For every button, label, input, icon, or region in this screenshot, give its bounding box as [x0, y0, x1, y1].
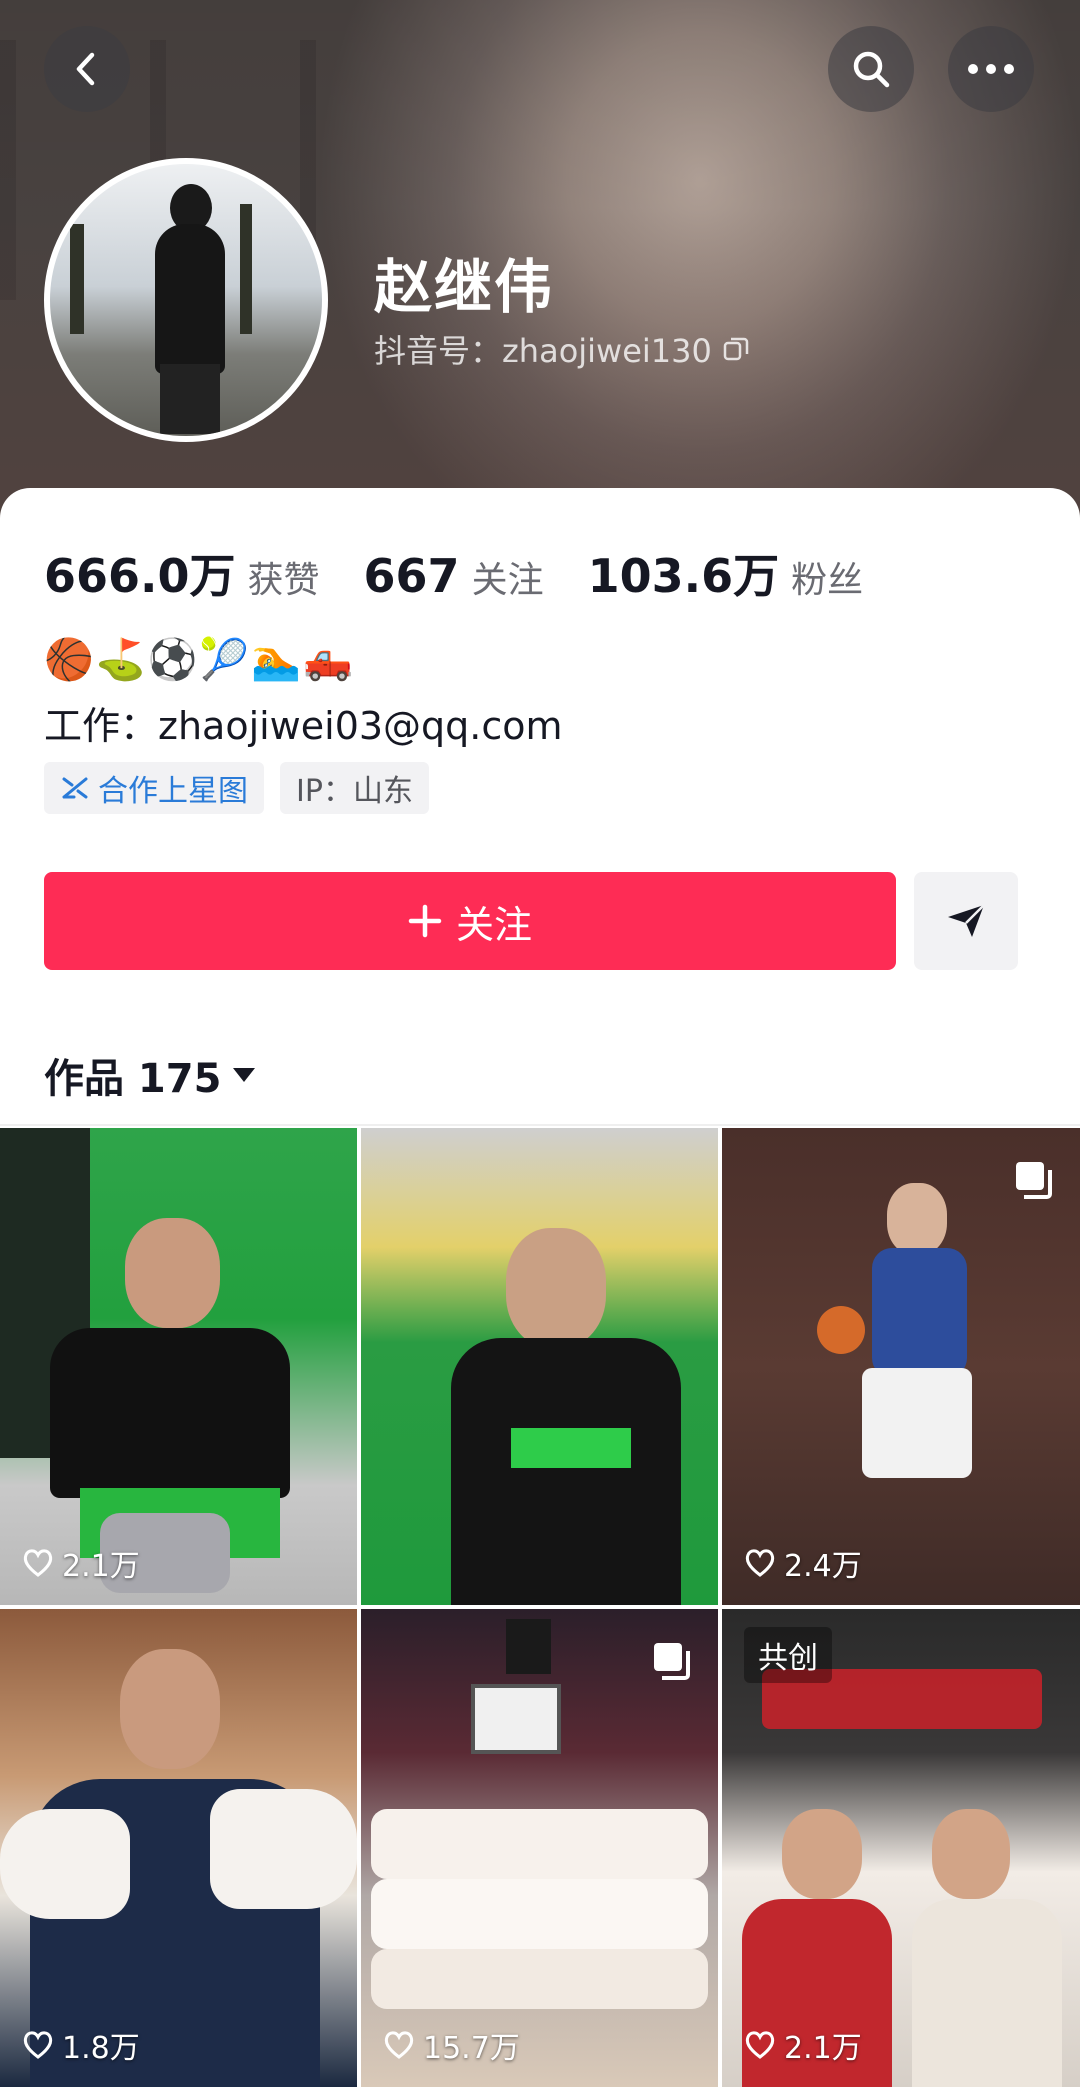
multi-image-icon	[1016, 1162, 1052, 1199]
follow-button[interactable]: 关注	[44, 872, 896, 970]
likes-count: 666.0万	[44, 549, 236, 603]
ip-location-label: IP：山东	[296, 774, 413, 809]
message-button[interactable]	[914, 872, 1018, 970]
like-count-value: 2.1万	[784, 2031, 862, 2066]
avatar[interactable]	[44, 158, 328, 442]
chevron-left-icon	[76, 52, 95, 86]
followers-label[interactable]: 粉丝	[791, 551, 863, 603]
douyin-id[interactable]: 抖音号：zhaojiwei130	[374, 326, 750, 372]
follow-button-label: 关注	[455, 902, 532, 947]
send-icon	[948, 904, 985, 937]
like-count: 2.1万	[22, 1541, 140, 1585]
like-count-value: 2.1万	[62, 1549, 140, 1584]
stats-row: 666.0万 获赞 667 关注 103.6万 粉丝	[44, 540, 907, 606]
back-button[interactable]	[44, 26, 130, 112]
more-dots-icon	[968, 64, 1014, 74]
following-label[interactable]: 关注	[472, 551, 544, 603]
likes-label: 获赞	[247, 560, 320, 601]
like-count-value: 2.4万	[784, 1549, 862, 1584]
video-thumbnail[interactable]: 15.7万	[361, 1609, 718, 2087]
caret-down-icon	[233, 1068, 256, 1082]
bio-emojis: 🏀⛳⚽🎾🏊🛻	[44, 637, 355, 683]
multi-image-icon	[654, 1643, 690, 1680]
like-count: 1.8万	[22, 2023, 140, 2067]
video-thumbnail[interactable]: 共创 2.1万	[722, 1609, 1080, 2087]
more-button[interactable]	[948, 26, 1034, 112]
video-thumbnail[interactable]: 2.1万	[0, 1128, 357, 1605]
following-count[interactable]: 667	[364, 549, 460, 603]
heart-icon	[745, 2031, 775, 2059]
like-count-value: 15.7万	[423, 2031, 520, 2066]
search-icon	[853, 51, 890, 88]
like-count: 15.7万	[383, 2023, 520, 2067]
works-tab[interactable]: 作品 175	[44, 1046, 257, 1104]
heart-icon	[23, 2031, 53, 2059]
cooperate-tag[interactable]: 合作上星图	[44, 762, 264, 814]
profile-tags: 合作上星图 IP：山东	[44, 762, 429, 814]
video-thumbnail[interactable]: 2.4万	[722, 1128, 1080, 1605]
divider	[0, 1124, 1080, 1126]
plus-icon	[408, 904, 442, 938]
copy-icon[interactable]	[722, 335, 750, 363]
heart-icon	[384, 2031, 414, 2059]
followers-count[interactable]: 103.6万	[588, 540, 780, 606]
bio-work-email: 工作：zhaojiwei03@qq.com	[44, 704, 563, 748]
video-thumbnail[interactable]	[361, 1128, 718, 1605]
star-map-icon	[62, 777, 88, 799]
works-tab-label: 作品 175	[44, 1056, 222, 1102]
profile-name: 赵继伟	[374, 253, 555, 321]
heart-icon	[745, 1549, 775, 1577]
ip-location-tag: IP：山东	[280, 762, 429, 814]
douyin-id-text: 抖音号：zhaojiwei130	[374, 332, 712, 370]
like-count: 2.4万	[744, 1541, 862, 1585]
co-create-badge: 共创	[744, 1627, 832, 1683]
heart-icon	[23, 1549, 53, 1577]
like-count: 2.1万	[744, 2023, 862, 2067]
search-button[interactable]	[828, 26, 914, 112]
like-count-value: 1.8万	[62, 2031, 140, 2066]
video-thumbnail[interactable]: 1.8万	[0, 1609, 357, 2087]
cooperate-tag-label: 合作上星图	[98, 774, 248, 809]
